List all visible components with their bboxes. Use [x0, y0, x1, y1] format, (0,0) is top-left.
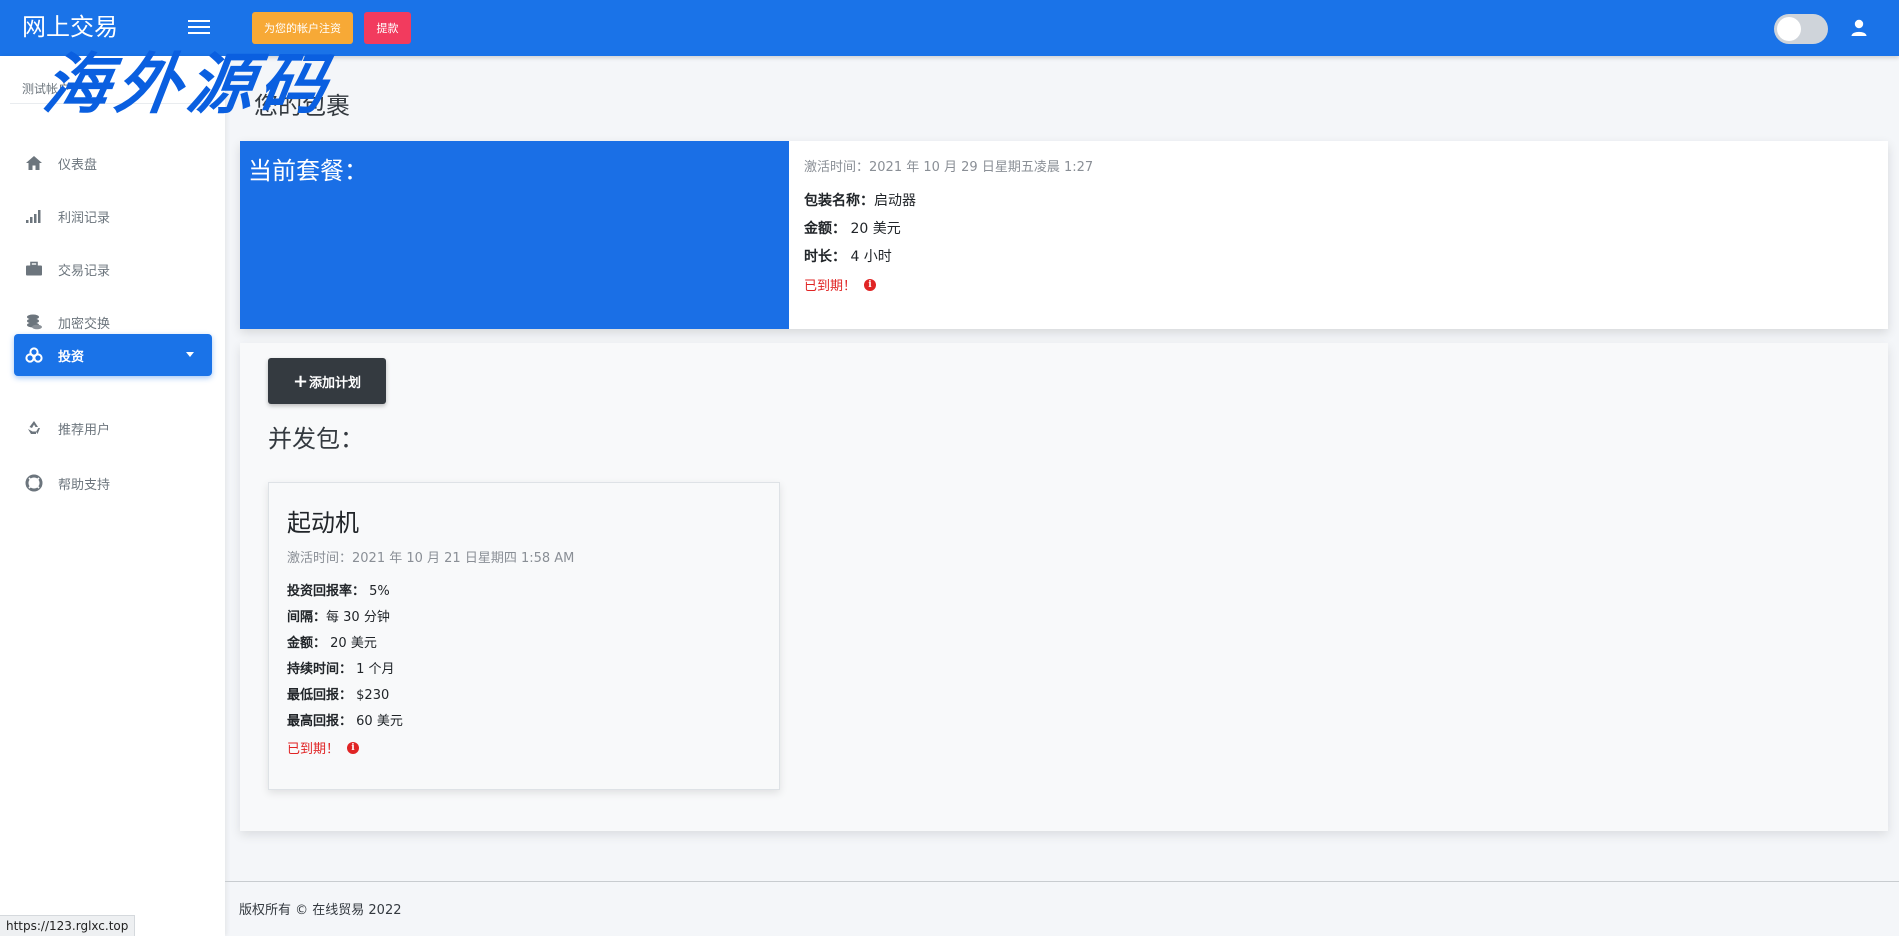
package-card[interactable]: 起动机 激活时间：2021 年 10 月 21 日星期四 1:58 AM 投资回… [268, 482, 780, 790]
sidebar-item-label: 推荐用户 [58, 422, 111, 438]
package-name-row: 包装名称：启动器 [804, 193, 916, 209]
sidebar: 测试帐户 仪表盘 利润记录 交易记录 加密交换 投资 推荐用户 帮助支持 [0, 56, 225, 936]
fund-account-button[interactable]: 为您的帐户注资 [252, 12, 353, 44]
duration-row: 时长： 4 小时 [804, 249, 892, 265]
packages-heading: 并发包： [268, 425, 364, 453]
sidebar-item-referrals[interactable]: 推荐用户 [14, 407, 212, 449]
sidebar-item-dashboard[interactable]: 仪表盘 [14, 142, 212, 184]
sidebar-item-label: 仪表盘 [58, 157, 98, 173]
packages-panel: +添加计划 并发包： 起动机 激活时间：2021 年 10 月 21 日星期四 … [240, 343, 1888, 831]
sidebar-item-invest[interactable]: 投资 [14, 334, 212, 376]
sidebar-item-label: 投资 [58, 349, 85, 365]
toggle-knob [1777, 17, 1801, 41]
info-icon: i [347, 741, 360, 754]
signal-icon [24, 206, 44, 226]
plus-icon: + [292, 370, 309, 392]
sidebar-item-profit-records[interactable]: 利润记录 [14, 195, 212, 237]
current-plan-details: 激活时间：2021 年 10 月 29 日星期五凌晨 1:27 包装名称：启动器… [804, 156, 1093, 294]
brand-title[interactable]: 网上交易 [22, 10, 118, 44]
withdraw-button[interactable]: 提款 [364, 12, 411, 44]
cubes-icon [24, 345, 44, 365]
recycle-icon [24, 418, 44, 438]
sidebar-item-label: 加密交换 [58, 316, 111, 332]
package-row-max-return: 最高回报： 60 美元 [287, 714, 403, 729]
life-ring-icon [24, 473, 44, 493]
info-icon: i [864, 278, 877, 291]
current-plan-card: 当前套餐： 激活时间：2021 年 10 月 29 日星期五凌晨 1:27 包装… [240, 141, 1888, 329]
footer-divider [225, 881, 1899, 882]
package-activation-time: 激活时间：2021 年 10 月 21 日星期四 1:58 AM [287, 551, 575, 566]
package-row-roi: 投资回报率： 5% [287, 584, 390, 599]
current-plan-banner: 当前套餐： [240, 141, 789, 329]
package-details: 投资回报率： 5% 间隔：每 30 分钟 金额： 20 美元 持续时间： 1 个… [287, 579, 403, 735]
amount-row: 金额： 20 美元 [804, 221, 901, 237]
package-row-amount: 金额： 20 美元 [287, 636, 377, 651]
activation-time: 激活时间：2021 年 10 月 29 日星期五凌晨 1:27 [804, 160, 1094, 175]
coins-icon [24, 312, 44, 332]
sidebar-item-label: 交易记录 [58, 263, 111, 279]
add-plan-button[interactable]: +添加计划 [268, 358, 386, 404]
user-icon[interactable] [1849, 18, 1869, 38]
sidebar-item-trade-records[interactable]: 交易记录 [14, 248, 212, 290]
package-title: 起动机 [287, 509, 359, 537]
home-icon [24, 153, 44, 173]
footer-copyright: 版权所有 © 在线贸易 2022 [239, 903, 402, 918]
package-status-badge: 已到期！ i [287, 738, 360, 757]
menu-toggle-icon[interactable] [188, 16, 210, 38]
chevron-down-icon [186, 352, 194, 357]
sidebar-item-label: 帮助支持 [58, 477, 111, 493]
package-row-min-return: 最低回报： $230 [287, 688, 390, 703]
browser-status-url: https://123.rglxc.top [0, 915, 136, 936]
sidebar-item-help-support[interactable]: 帮助支持 [14, 462, 212, 504]
watermark: 海外源码 [38, 45, 338, 123]
theme-toggle[interactable] [1774, 14, 1828, 44]
current-plan-heading: 当前套餐： [248, 157, 368, 185]
package-row-duration: 持续时间： 1 个月 [287, 662, 395, 677]
briefcase-icon [24, 259, 44, 279]
status-badge: 已到期！ i [804, 275, 1093, 294]
package-row-interval: 间隔：每 30 分钟 [287, 610, 390, 625]
sidebar-item-label: 利润记录 [58, 210, 111, 226]
